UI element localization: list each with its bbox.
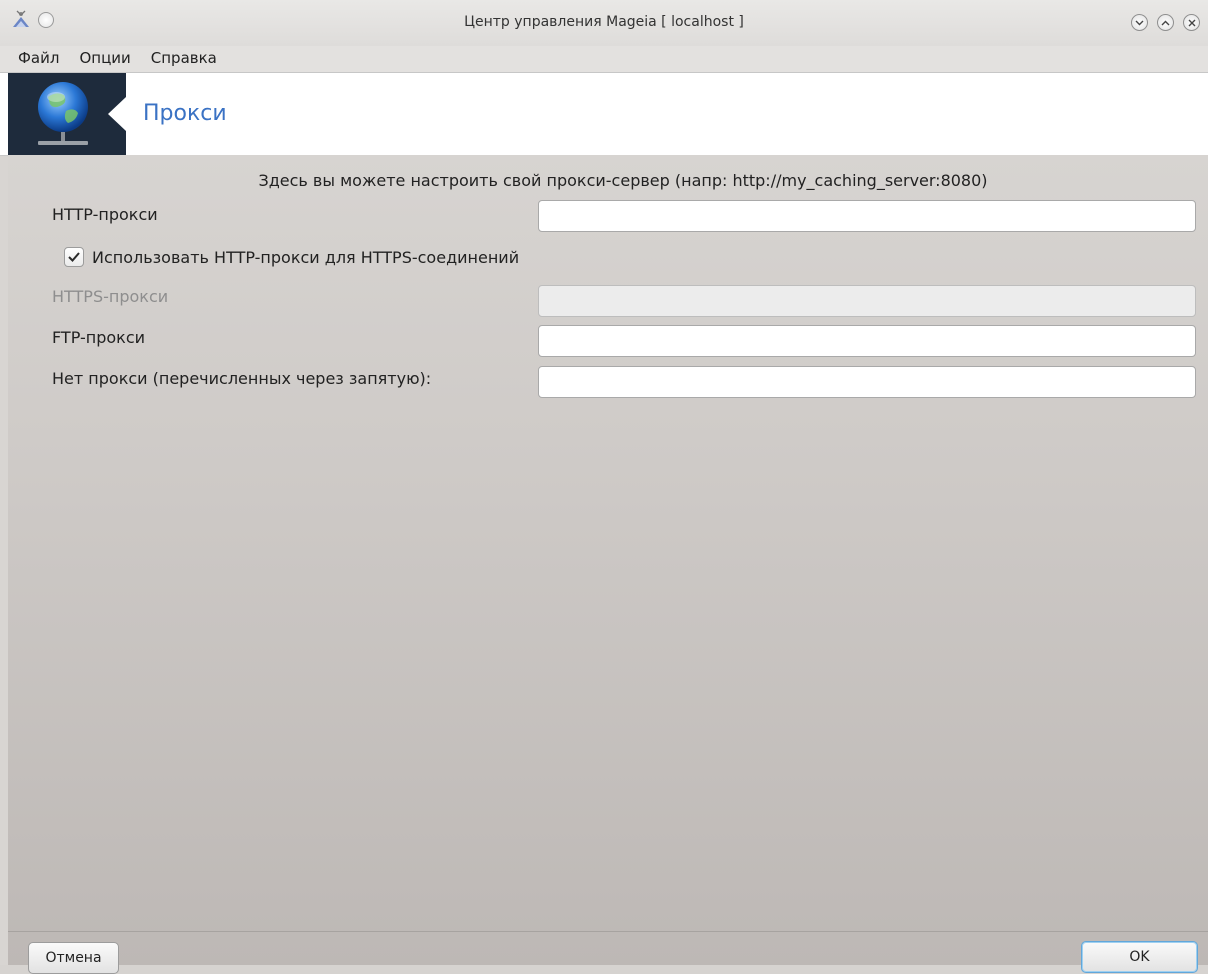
https-proxy-input (538, 285, 1196, 317)
page-header-banner: Прокси (0, 72, 1208, 156)
maximize-button[interactable] (1157, 14, 1174, 31)
close-icon (1188, 19, 1195, 26)
use-http-for-https-label[interactable]: Использовать HTTP-прокси для HTTPS-соеди… (92, 248, 519, 267)
no-proxy-label: Нет прокси (перечисленных через запятую)… (52, 369, 432, 388)
ftp-proxy-input[interactable] (538, 325, 1196, 357)
menu-options[interactable]: Опции (69, 46, 140, 72)
https-proxy-label: HTTPS-прокси (52, 287, 169, 306)
title-bar[interactable]: Центр управления Mageia [ localhost ] (0, 0, 1208, 46)
http-proxy-input[interactable] (538, 200, 1196, 232)
use-http-for-https-checkbox[interactable] (64, 247, 84, 267)
intro-text: Здесь вы можете настроить свой прокси-се… (258, 171, 988, 190)
window-controls (1131, 14, 1200, 31)
banner-arrow (108, 97, 126, 131)
cancel-button[interactable]: Отмена (28, 942, 119, 974)
close-button[interactable] (1183, 14, 1200, 31)
chevron-down-icon (1135, 20, 1144, 25)
window-title: Центр управления Mageia [ localhost ] (464, 14, 744, 30)
no-proxy-input[interactable] (538, 366, 1196, 398)
menu-bar: Файл Опции Справка (0, 46, 1208, 72)
menu-file[interactable]: Файл (10, 46, 69, 72)
mageia-control-center-window: Центр управления Mageia [ localhost ] Фа… (0, 0, 1208, 974)
http-proxy-label: HTTP-прокси (52, 205, 158, 224)
footer-divider (8, 931, 1208, 932)
page-title: Прокси (143, 101, 227, 126)
checkmark-icon (68, 252, 80, 262)
proxy-settings-form: Здесь вы можете настроить свой прокси-се… (8, 155, 1208, 974)
menu-help[interactable]: Справка (141, 46, 227, 72)
chevron-up-icon (1161, 20, 1170, 25)
ok-button[interactable]: OK (1081, 941, 1198, 973)
ftp-proxy-label: FTP-прокси (52, 328, 146, 347)
use-http-for-https-row[interactable]: Использовать HTTP-прокси для HTTPS-соеди… (64, 247, 519, 267)
minimize-button[interactable] (1131, 14, 1148, 31)
